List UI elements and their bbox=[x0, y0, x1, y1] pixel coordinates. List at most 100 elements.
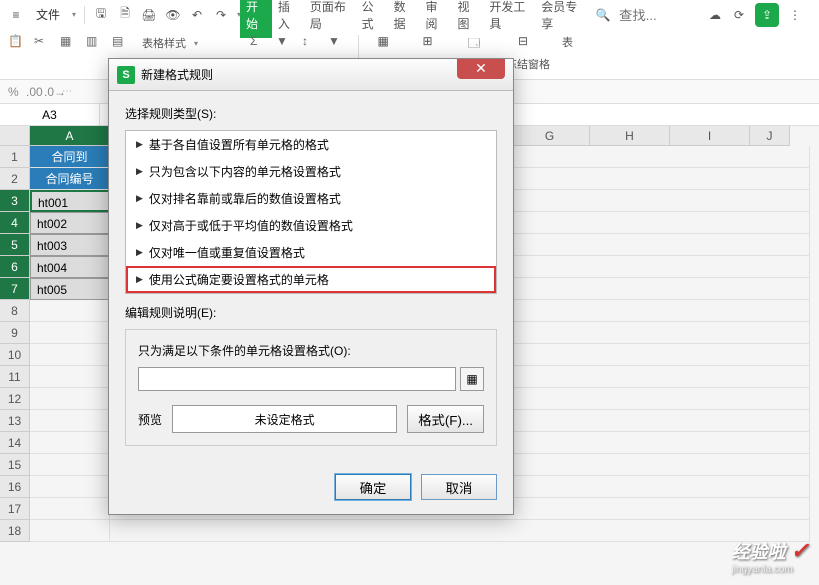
row-header[interactable]: 15 bbox=[0, 454, 30, 476]
ribbon-group-table[interactable]: 表 bbox=[562, 34, 573, 50]
percent-icon[interactable]: % bbox=[8, 85, 22, 99]
dialog-titlebar[interactable]: S 新建格式规则 ✕ bbox=[109, 59, 513, 91]
ok-button[interactable]: 确定 bbox=[335, 474, 411, 500]
tab-page-layout[interactable]: 页面布局 bbox=[304, 0, 356, 38]
row-header[interactable]: 5 bbox=[0, 234, 30, 256]
tab-data[interactable]: 数据 bbox=[388, 0, 420, 38]
table-style-label[interactable]: 表格样式 bbox=[142, 35, 186, 51]
col-header-h[interactable]: H bbox=[590, 126, 670, 146]
print-preview-icon[interactable]: 👁 bbox=[165, 7, 181, 23]
format-button[interactable]: 格式(F)... bbox=[407, 405, 484, 433]
row-header[interactable]: 8 bbox=[0, 300, 30, 322]
col-header-j[interactable]: J bbox=[750, 126, 790, 146]
row-header[interactable]: 3 bbox=[0, 190, 30, 212]
cell[interactable]: 合同编号 bbox=[30, 168, 110, 190]
row-header[interactable]: 4 bbox=[0, 212, 30, 234]
cell[interactable] bbox=[30, 432, 110, 454]
cell[interactable]: ht002 bbox=[30, 212, 110, 234]
name-box[interactable]: A3 bbox=[0, 104, 100, 125]
more-icon[interactable]: ⋯ bbox=[62, 86, 72, 97]
row-header[interactable]: 11 bbox=[0, 366, 30, 388]
tab-home[interactable]: 开始 bbox=[240, 0, 272, 38]
undo-icon[interactable]: ↶ bbox=[189, 7, 205, 23]
fill-icon[interactable]: ▤ bbox=[112, 34, 130, 52]
cell[interactable]: ht005 bbox=[30, 278, 110, 300]
cell[interactable] bbox=[30, 410, 110, 432]
search-input[interactable] bbox=[619, 8, 699, 23]
rule-item[interactable]: ▶仅对高于或低于平均值的数值设置格式 bbox=[126, 212, 496, 239]
fill-down-icon[interactable]: ▼ bbox=[328, 34, 346, 52]
rule-item[interactable]: ▶基于各自值设置所有单元格的格式 bbox=[126, 131, 496, 158]
range-selector-button[interactable]: ▦ bbox=[460, 367, 484, 391]
cell[interactable] bbox=[110, 520, 810, 542]
cell[interactable] bbox=[30, 520, 110, 542]
watermark: 经验啦 ✓ jingyanla.com bbox=[732, 538, 809, 575]
row-header[interactable]: 17 bbox=[0, 498, 30, 520]
cell[interactable]: ht001 bbox=[30, 190, 110, 212]
tab-view[interactable]: 视图 bbox=[451, 0, 483, 38]
more-icon[interactable]: ⋮ bbox=[787, 7, 803, 23]
decimal-icon[interactable]: .00 bbox=[26, 85, 40, 99]
row-header[interactable]: 6 bbox=[0, 256, 30, 278]
cell[interactable] bbox=[30, 366, 110, 388]
rule-item-formula[interactable]: ▶使用公式确定要设置格式的单元格 bbox=[126, 266, 496, 293]
border-icon[interactable]: ▥ bbox=[86, 34, 104, 52]
row-headers: 1 2 3 4 5 6 7 8 9 10 11 12 13 14 15 16 1… bbox=[0, 146, 30, 542]
tab-review[interactable]: 审阅 bbox=[420, 0, 452, 38]
row-header[interactable]: 9 bbox=[0, 322, 30, 344]
cell[interactable]: 合同到 bbox=[30, 146, 110, 168]
row-header[interactable]: 7 bbox=[0, 278, 30, 300]
row-header[interactable]: 18 bbox=[0, 520, 30, 542]
formula-input[interactable] bbox=[138, 367, 456, 391]
row-header[interactable]: 12 bbox=[0, 388, 30, 410]
save-as-icon[interactable]: 🗎 bbox=[117, 7, 133, 23]
row-header[interactable]: 16 bbox=[0, 476, 30, 498]
sort-icon[interactable]: ↕ bbox=[302, 34, 320, 52]
cell[interactable]: ht003 bbox=[30, 234, 110, 256]
sync-icon[interactable]: ⟳ bbox=[731, 7, 747, 23]
chevron-down-icon[interactable]: ▾ bbox=[72, 10, 76, 19]
tab-insert[interactable]: 插入 bbox=[272, 0, 304, 38]
cancel-button[interactable]: 取消 bbox=[421, 474, 497, 500]
redo-icon[interactable]: ↷ bbox=[213, 7, 229, 23]
search-icon[interactable]: 🔍 bbox=[595, 7, 611, 23]
cell[interactable] bbox=[30, 344, 110, 366]
rule-item[interactable]: ▶仅对唯一值或重复值设置格式 bbox=[126, 239, 496, 266]
table-icon[interactable]: ▦ bbox=[60, 34, 78, 52]
cell[interactable] bbox=[30, 388, 110, 410]
col-header-a[interactable]: A bbox=[30, 126, 110, 146]
row-header[interactable]: 14 bbox=[0, 432, 30, 454]
cell[interactable] bbox=[30, 300, 110, 322]
row-header[interactable]: 2 bbox=[0, 168, 30, 190]
rule-item-label: 仅对唯一值或重复值设置格式 bbox=[149, 244, 305, 261]
paste-icon[interactable]: 📋 bbox=[8, 34, 26, 52]
chevron-down-icon[interactable]: ▾ bbox=[194, 39, 198, 48]
sum-icon[interactable]: Σ bbox=[250, 34, 268, 52]
cell[interactable] bbox=[30, 498, 110, 520]
cell[interactable] bbox=[30, 476, 110, 498]
col-header-g[interactable]: G bbox=[510, 126, 590, 146]
rule-item[interactable]: ▶仅对排名靠前或靠后的数值设置格式 bbox=[126, 185, 496, 212]
cloud-icon[interactable]: ☁ bbox=[707, 7, 723, 23]
row-header[interactable]: 10 bbox=[0, 344, 30, 366]
select-all-corner[interactable] bbox=[0, 126, 30, 146]
row-header[interactable]: 1 bbox=[0, 146, 30, 168]
filter-icon[interactable]: ▼ bbox=[276, 34, 294, 52]
cut-icon[interactable]: ✂ bbox=[34, 34, 52, 52]
share-button[interactable]: ⇪ bbox=[755, 3, 779, 27]
save-icon[interactable]: 🖫 bbox=[93, 7, 109, 23]
tab-dev-tools[interactable]: 开发工具 bbox=[483, 0, 535, 38]
cell[interactable] bbox=[30, 322, 110, 344]
menu-icon[interactable]: ≡ bbox=[8, 7, 24, 23]
col-header-i[interactable]: I bbox=[670, 126, 750, 146]
increase-decimal-icon[interactable]: .0→ bbox=[44, 85, 58, 99]
rule-item[interactable]: ▶只为包含以下内容的单元格设置格式 bbox=[126, 158, 496, 185]
row-header[interactable]: 13 bbox=[0, 410, 30, 432]
close-button[interactable]: ✕ bbox=[457, 59, 505, 79]
tab-formula[interactable]: 公式 bbox=[356, 0, 388, 38]
print-icon[interactable]: 🖨 bbox=[141, 7, 157, 23]
cell[interactable]: ht004 bbox=[30, 256, 110, 278]
file-menu[interactable]: 文件 bbox=[32, 6, 64, 23]
cell[interactable] bbox=[30, 454, 110, 476]
tab-member[interactable]: 会员专享 bbox=[535, 0, 587, 38]
